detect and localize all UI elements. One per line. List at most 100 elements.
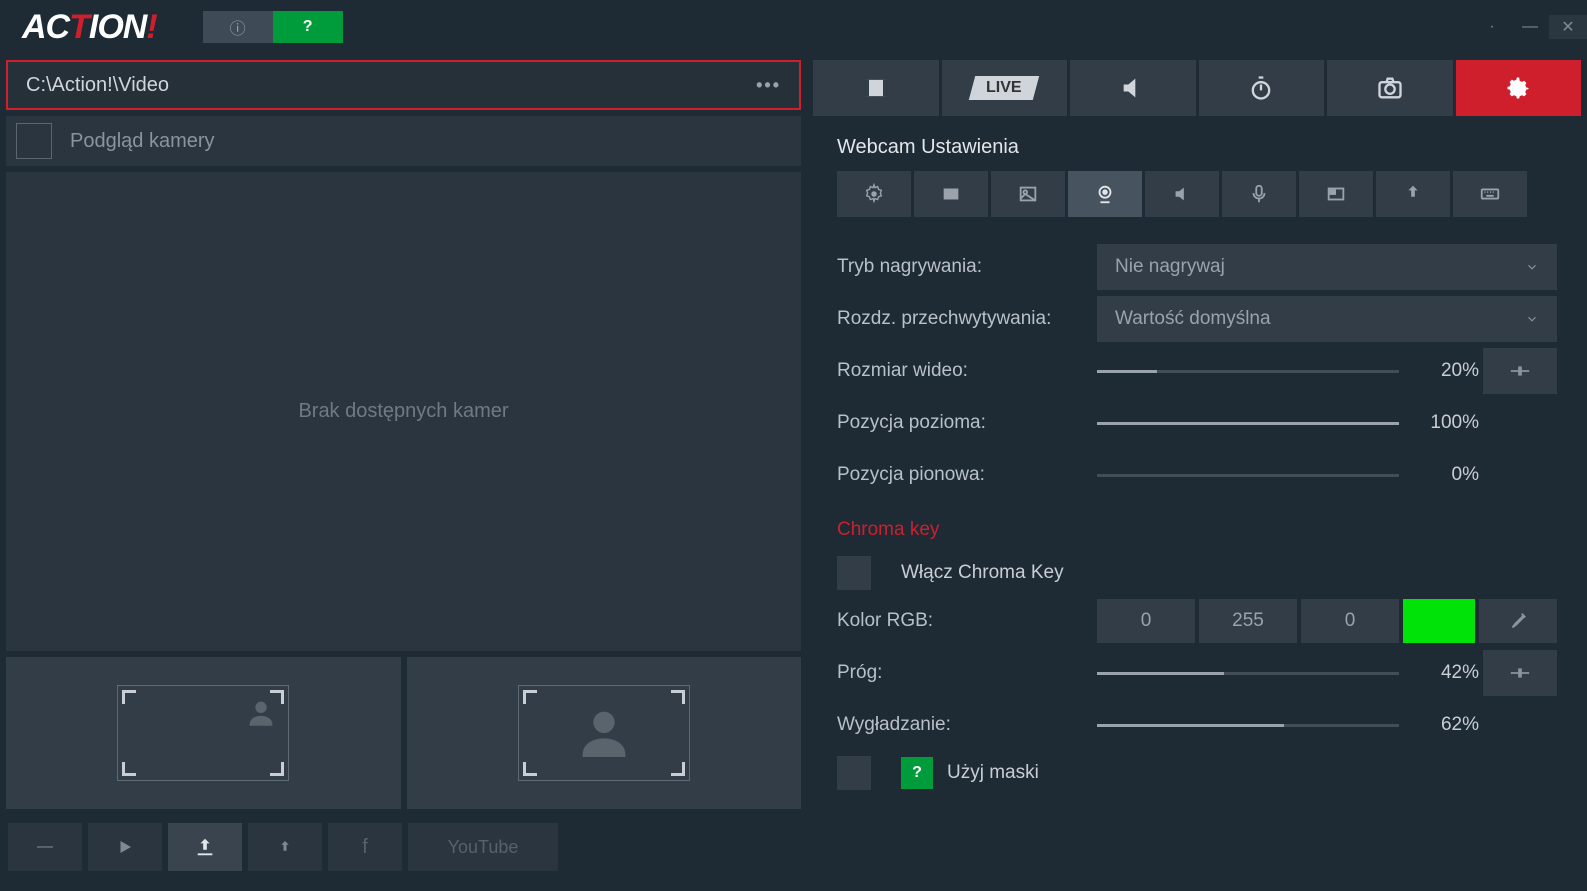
export-button[interactable]	[168, 823, 242, 871]
tab-settings[interactable]	[1456, 60, 1582, 116]
subtab-general[interactable]	[837, 171, 911, 217]
title-bar: ACTION! ⓘ ? · — ✕	[0, 0, 1587, 54]
settings-section-title: Webcam Ustawienia	[813, 122, 1581, 165]
person-icon	[572, 701, 636, 765]
pos-h-label: Pozycja pozioma:	[837, 412, 1097, 434]
browse-icon[interactable]: •••	[756, 75, 781, 96]
subtab-mic[interactable]	[1222, 171, 1296, 217]
film-icon	[862, 74, 890, 102]
stopwatch-icon	[1247, 74, 1275, 102]
eyedropper-icon	[1507, 610, 1529, 632]
play-icon	[116, 838, 134, 856]
film-icon	[940, 183, 962, 205]
youtube-button[interactable]: YouTube	[408, 823, 558, 871]
pos-h-value: 100%	[1417, 412, 1479, 434]
tab-benchmark[interactable]	[1199, 60, 1325, 116]
recording-mode-label: Tryb nagrywania:	[837, 256, 1097, 278]
chroma-enable-checkbox[interactable]	[837, 556, 871, 590]
camera-preview-label: Podgląd kamery	[70, 130, 215, 153]
image-icon	[1017, 183, 1039, 205]
unknown-window-button[interactable]: ·	[1473, 15, 1511, 39]
threshold-reset[interactable]	[1483, 650, 1557, 696]
pos-v-label: Pozycja pionowa:	[837, 464, 1097, 486]
right-panel: LIVE Webcam Ustawienia Tryb nagrywania: …	[807, 54, 1587, 815]
delete-button[interactable]: —	[8, 823, 82, 871]
speaker-icon	[1171, 183, 1193, 205]
camera-preview-checkbox[interactable]	[16, 123, 52, 159]
smooth-slider[interactable]	[1097, 724, 1399, 727]
slider-reset-icon	[1509, 364, 1531, 378]
camera-preview-area: Brak dostępnych kamer	[6, 172, 801, 651]
output-path-text: C:\Action!\Video	[26, 74, 169, 97]
capture-res-label: Rozdz. przechwytywania:	[837, 308, 1097, 330]
upload-icon	[276, 838, 294, 856]
chroma-section-title: Chroma key	[837, 501, 1557, 551]
pos-h-slider[interactable]	[1097, 422, 1399, 425]
subtab-hotkeys[interactable]	[1453, 171, 1527, 217]
play-button[interactable]	[88, 823, 162, 871]
output-path-field[interactable]: C:\Action!\Video •••	[6, 60, 801, 110]
pos-v-slider[interactable]	[1097, 474, 1399, 477]
minimize-button[interactable]: —	[1511, 15, 1549, 39]
chroma-enable-label: Włącz Chroma Key	[901, 562, 1064, 584]
help-icon: ?	[303, 18, 313, 36]
help-badge[interactable]: ?	[273, 11, 343, 43]
webcam-layout-full[interactable]	[407, 657, 802, 809]
subtab-screenshot[interactable]	[991, 171, 1065, 217]
chevron-down-icon	[1525, 312, 1539, 326]
subtab-overlay[interactable]	[1299, 171, 1373, 217]
upload-icon	[1402, 183, 1424, 205]
speaker-icon	[1119, 74, 1147, 102]
subtab-export[interactable]	[1376, 171, 1450, 217]
pos-v-value: 0%	[1417, 464, 1479, 486]
gear-icon	[1504, 74, 1532, 102]
subtab-sound[interactable]	[1145, 171, 1219, 217]
rgb-label: Kolor RGB:	[837, 610, 1097, 632]
subtab-webcam[interactable]	[1068, 171, 1142, 217]
webcam-layout-small[interactable]	[6, 657, 401, 809]
recording-mode-select[interactable]: Nie nagrywaj	[1097, 244, 1557, 290]
rgb-b-input[interactable]	[1301, 599, 1399, 643]
overlay-icon	[1325, 183, 1347, 205]
video-size-label: Rozmiar wideo:	[837, 360, 1097, 382]
threshold-slider[interactable]	[1097, 672, 1399, 675]
webcam-icon	[1094, 183, 1116, 205]
facebook-icon: f	[362, 836, 368, 859]
eyedropper-button[interactable]	[1479, 599, 1557, 643]
facebook-button[interactable]: f	[328, 823, 402, 871]
tab-screenshot[interactable]	[1327, 60, 1453, 116]
left-panel: C:\Action!\Video ••• Podgląd kamery Brak…	[0, 54, 807, 815]
person-icon	[244, 696, 278, 730]
tab-live[interactable]: LIVE	[942, 60, 1068, 116]
tab-video[interactable]	[813, 60, 939, 116]
close-button[interactable]: ✕	[1549, 15, 1587, 39]
threshold-value: 42%	[1417, 662, 1479, 684]
app-logo: ACTION!	[22, 8, 157, 47]
smooth-value: 62%	[1417, 714, 1479, 736]
bottom-toolbar: — f YouTube	[0, 823, 566, 871]
info-badge[interactable]: ⓘ	[203, 11, 273, 43]
threshold-label: Próg:	[837, 662, 1097, 684]
camera-icon	[1376, 74, 1404, 102]
info-icon: ⓘ	[230, 15, 246, 39]
capture-res-select[interactable]: Wartość domyślna	[1097, 296, 1557, 342]
mask-label: Użyj maski	[947, 762, 1039, 784]
subtab-video[interactable]	[914, 171, 988, 217]
gear-icon	[863, 183, 885, 205]
mask-help-chip[interactable]: ?	[901, 757, 933, 789]
chevron-down-icon	[1525, 260, 1539, 274]
mask-checkbox[interactable]	[837, 756, 871, 790]
upload-button[interactable]	[248, 823, 322, 871]
microphone-icon	[1248, 183, 1270, 205]
color-swatch[interactable]	[1403, 599, 1475, 643]
rgb-r-input[interactable]	[1097, 599, 1195, 643]
video-size-value: 20%	[1417, 360, 1479, 382]
camera-preview-toggle-row: Podgląd kamery	[6, 116, 801, 166]
smooth-label: Wygładzanie:	[837, 714, 1097, 736]
no-camera-message: Brak dostępnych kamer	[298, 400, 508, 423]
video-size-reset[interactable]	[1483, 348, 1557, 394]
export-icon	[194, 836, 216, 858]
rgb-g-input[interactable]	[1199, 599, 1297, 643]
tab-audio[interactable]	[1070, 60, 1196, 116]
video-size-slider[interactable]	[1097, 370, 1399, 373]
